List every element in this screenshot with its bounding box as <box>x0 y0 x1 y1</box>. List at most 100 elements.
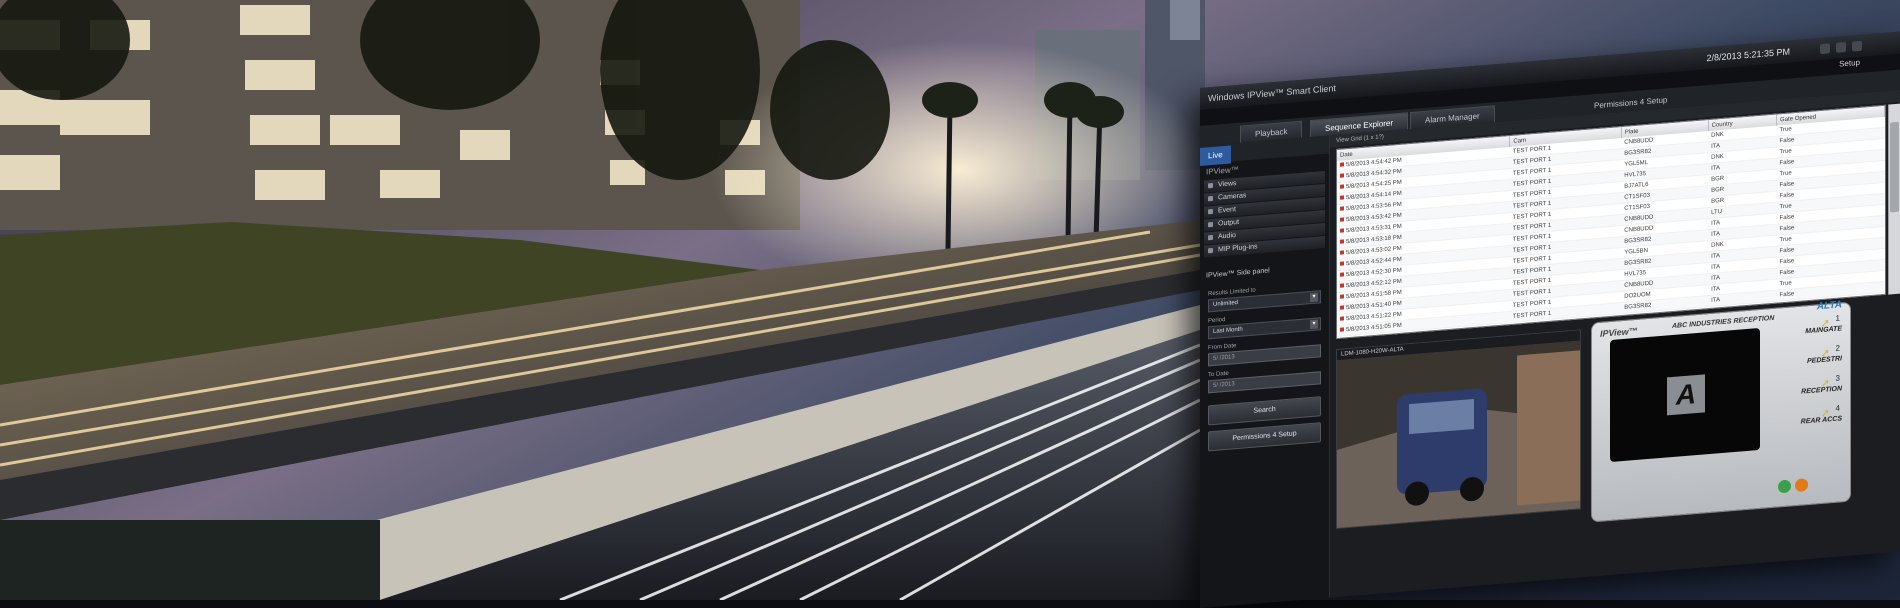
cell-text: YGL5ML <box>1624 160 1648 168</box>
cell-text: ITA <box>1711 231 1720 238</box>
scrollbar-thumb[interactable] <box>1890 122 1899 213</box>
side-panel: Live IPView™ Views Cameras Event Output … <box>1200 136 1330 608</box>
cell-text: ITA <box>1711 165 1720 172</box>
call-buttons <box>1778 478 1812 499</box>
flag-icon <box>1340 317 1344 321</box>
cell-text: YGL5BN <box>1624 248 1648 256</box>
gate-button-rear-accs[interactable]: ➚4REAR ACCS <box>1774 403 1844 435</box>
main-area: View Grid (1 x 1?) Date Cam Plate Countr… <box>1330 90 1900 598</box>
cell-text: LTU <box>1711 209 1722 216</box>
table-scrollbar[interactable] <box>1888 104 1900 295</box>
cell-text: True <box>1780 236 1792 243</box>
setup-button[interactable]: Setup <box>1839 58 1860 69</box>
gate-number: 3 <box>1836 374 1840 383</box>
flag-icon <box>1340 262 1344 266</box>
gate-button-maingate[interactable]: ➚1MAINGATE <box>1774 313 1844 345</box>
cell-text: False <box>1780 291 1795 298</box>
cell-text: TEST PORT 1 <box>1513 179 1551 188</box>
cell-text: BGR <box>1711 198 1724 205</box>
flag-icon <box>1340 240 1344 244</box>
flag-icon <box>1340 251 1344 255</box>
cell-text: BGR <box>1711 176 1724 183</box>
cell-text: TEST PORT 1 <box>1513 201 1551 210</box>
gate-number: 2 <box>1836 344 1840 353</box>
cell-text: TEST PORT 1 <box>1513 245 1551 254</box>
gate-label: REAR ACCS <box>1801 415 1842 425</box>
cell-text: CNB8UDD <box>1624 281 1653 289</box>
alta-logo-icon: A <box>1667 374 1705 415</box>
cell-text: BG3SR82 <box>1624 259 1651 267</box>
cell-text: CNB8UDD <box>1624 226 1653 234</box>
side-nav: Views Cameras Event Output Audio MIP Plu… <box>1204 171 1325 258</box>
cell-text: HVL735 <box>1624 171 1646 179</box>
cell-text: ITA <box>1711 286 1720 293</box>
chevron-down-icon[interactable]: ▾ <box>1310 293 1318 303</box>
flag-icon <box>1340 174 1344 178</box>
flag-icon <box>1340 306 1344 310</box>
minimize-icon[interactable] <box>1820 43 1830 54</box>
search-button[interactable]: Search <box>1208 396 1321 425</box>
flag-icon <box>1340 273 1344 277</box>
cell-text: 5/8/2013 4:50:48 PM <box>1346 334 1402 339</box>
cell-text: ITA <box>1711 143 1720 150</box>
reception-title: ABC INDUSTRIES RECEPTION <box>1672 315 1774 330</box>
cell-text: ITA <box>1711 275 1720 282</box>
flag-icon <box>1340 295 1344 299</box>
cell-text: DNK <box>1711 242 1724 249</box>
cell-text: False <box>1780 258 1795 265</box>
answer-call-icon[interactable] <box>1778 479 1791 493</box>
cell-text: BG3SR82 <box>1624 149 1651 157</box>
reception-screen: A <box>1610 328 1760 462</box>
camera-view[interactable]: LDM-1080-H20W-ALTA <box>1336 329 1581 529</box>
gate-number: 1 <box>1836 314 1840 323</box>
gate-buttons: ➚1MAINGATE ➚2PEDESTRI ➚3RECEPTION ➚4REAR… <box>1774 313 1844 439</box>
close-icon[interactable] <box>1852 41 1862 52</box>
cell-text: TEST PORT 1 <box>1513 157 1551 166</box>
cell-text: False <box>1780 214 1795 221</box>
cell-text: ITA <box>1711 297 1720 304</box>
chevron-down-icon[interactable]: ▾ <box>1310 320 1318 330</box>
cell-text: False <box>1780 269 1795 276</box>
cell-text: TEST PORT 1 <box>1513 322 1551 331</box>
smart-client-window: Windows IPView™ Smart Client 2/8/2013 5:… <box>1200 32 1900 608</box>
gate-label: MAINGATE <box>1805 325 1842 335</box>
maximize-icon[interactable] <box>1836 42 1846 53</box>
cell-text: True <box>1780 126 1792 133</box>
reception-brand: IPView™ <box>1600 326 1638 339</box>
flag-icon <box>1340 196 1344 200</box>
cell-text: ITA <box>1711 220 1720 227</box>
cell-text: TEST PORT 1 <box>1513 168 1551 177</box>
cell-text: DNK <box>1711 154 1724 161</box>
cell-text: DO2UOM <box>1624 292 1650 300</box>
end-call-icon[interactable] <box>1795 478 1808 492</box>
period-value: Last Month <box>1213 327 1243 335</box>
cell-text: TEST PORT 1 <box>1513 267 1551 276</box>
cell-text: True <box>1780 170 1792 177</box>
cell-text: HVL735 <box>1624 270 1646 278</box>
flag-icon <box>1340 328 1344 332</box>
cell-text: True <box>1780 280 1792 287</box>
cell-text: False <box>1780 192 1795 199</box>
flag-icon <box>1340 163 1344 167</box>
camera-feed-image <box>1337 340 1581 529</box>
cell-text: TEST PORT 1 <box>1513 300 1551 309</box>
cell-text: TEST PORT 1 <box>1513 146 1551 155</box>
flag-icon <box>1340 185 1344 189</box>
flag-icon <box>1340 207 1344 211</box>
cell-text: CNB8UDD <box>1624 138 1653 146</box>
gate-button-reception[interactable]: ➚3RECEPTION <box>1774 373 1844 405</box>
gate-label: PEDESTRI <box>1807 355 1842 365</box>
reception-panel: IPView™ ABC INDUSTRIES RECEPTION ALTA A … <box>1591 302 1851 523</box>
gate-button-pedestri[interactable]: ➚2PEDESTRI <box>1774 343 1844 375</box>
permissions-button[interactable]: Permissions 4 Setup <box>1208 422 1321 451</box>
cell-text: CT1SF03 <box>1624 193 1650 201</box>
cell-text: BGR <box>1711 187 1724 194</box>
cell-text: BJ7ATL6 <box>1624 182 1648 190</box>
cell-text: True <box>1780 203 1792 210</box>
cell-text: ITA <box>1711 264 1720 271</box>
gate-number: 4 <box>1836 404 1840 413</box>
cell-text: TEST PORT 1 <box>1513 311 1551 320</box>
side-tab-live[interactable]: Live <box>1200 146 1231 166</box>
flag-icon <box>1340 229 1344 233</box>
flag-icon <box>1340 218 1344 222</box>
